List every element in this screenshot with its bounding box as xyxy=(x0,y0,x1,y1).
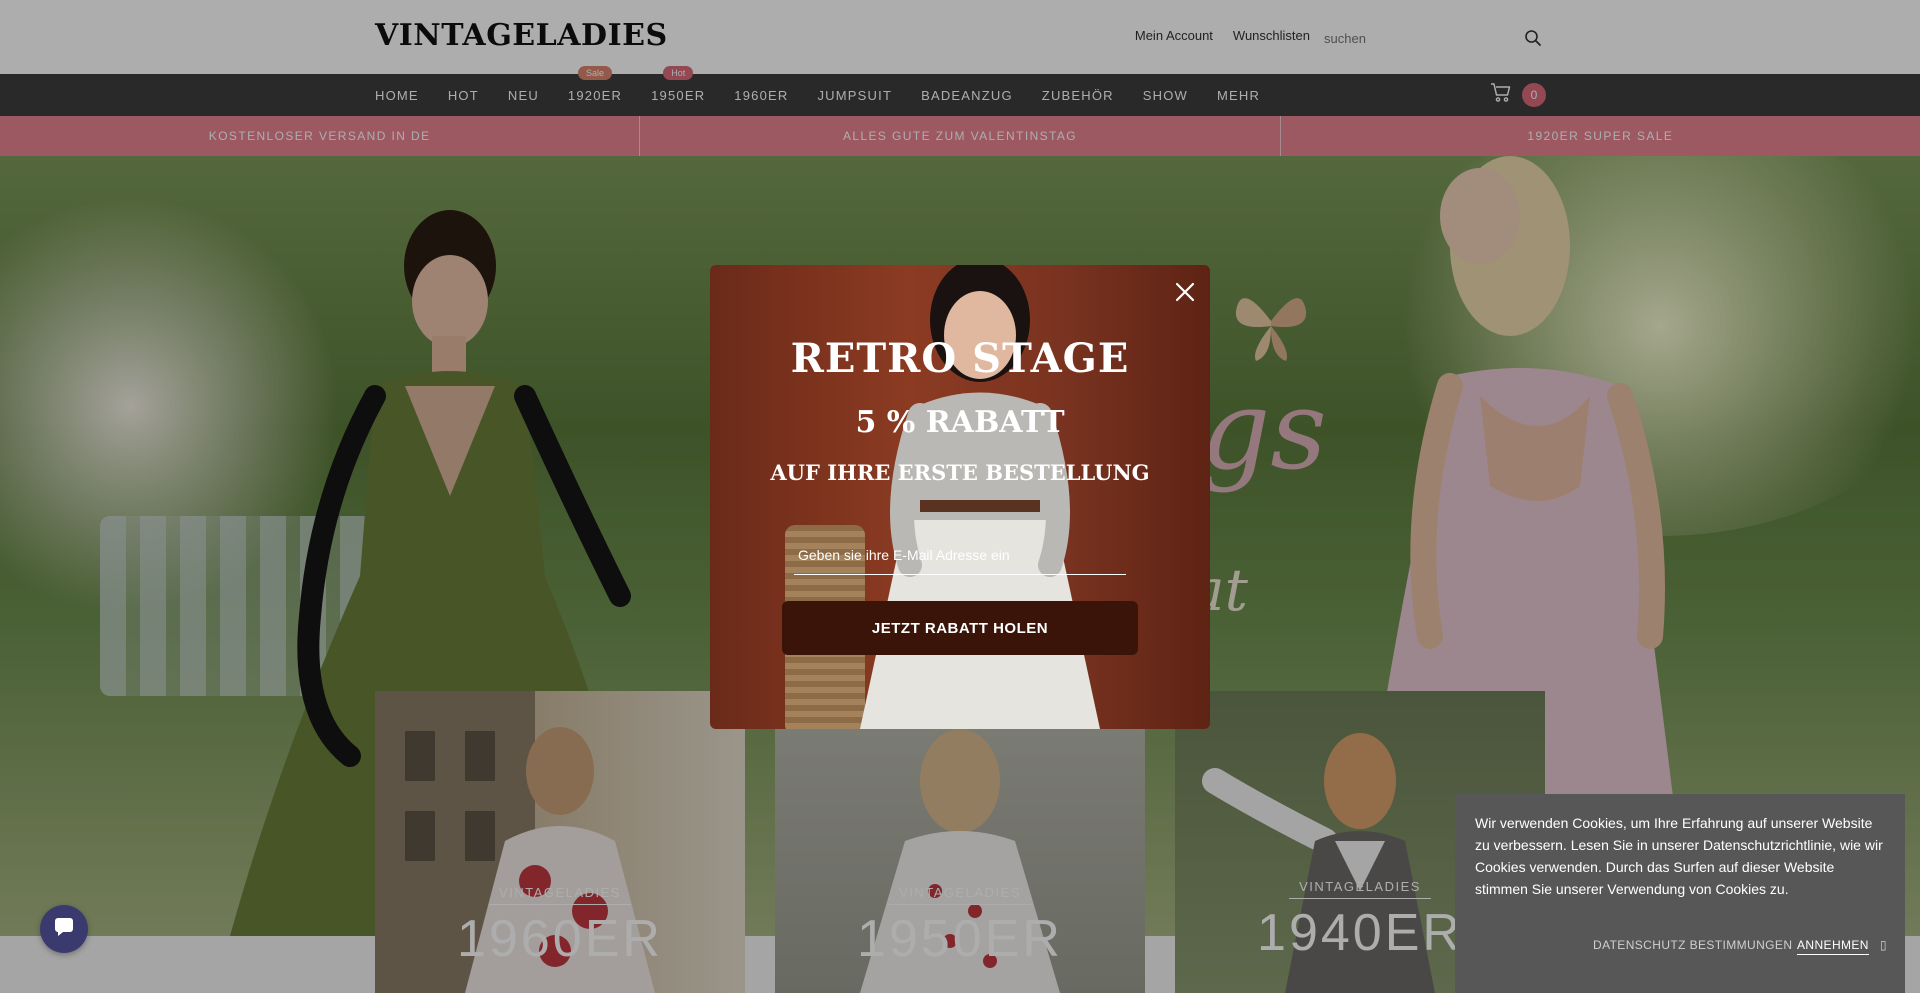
cookie-accept-marker: ▯ xyxy=(1880,938,1887,952)
chat-bubble-icon xyxy=(53,916,75,942)
cookie-banner: Wir verwenden Cookies, um Ihre Erfahrung… xyxy=(1455,794,1905,993)
close-icon[interactable] xyxy=(1172,279,1198,305)
popup-discount: 5 % RABATT xyxy=(855,405,1065,440)
cookie-accept-button[interactable]: ANNEHMEN xyxy=(1797,938,1869,955)
popup-email-input[interactable] xyxy=(794,535,1126,575)
popup-submit-button[interactable]: JETZT RABATT HOLEN xyxy=(782,601,1138,655)
newsletter-popup: RETRO STAGE 5 % RABATT AUF IHRE ERSTE BE… xyxy=(710,265,1210,729)
cookie-text: Wir verwenden Cookies, um Ihre Erfahrung… xyxy=(1475,815,1883,897)
chat-button[interactable] xyxy=(40,905,88,953)
popup-subtitle: AUF IHRE ERSTE BESTELLUNG xyxy=(770,460,1150,485)
cookie-privacy-link[interactable]: DATENSCHUTZ BESTIMMUNGEN xyxy=(1593,938,1792,952)
popup-title: RETRO STAGE xyxy=(790,335,1130,382)
